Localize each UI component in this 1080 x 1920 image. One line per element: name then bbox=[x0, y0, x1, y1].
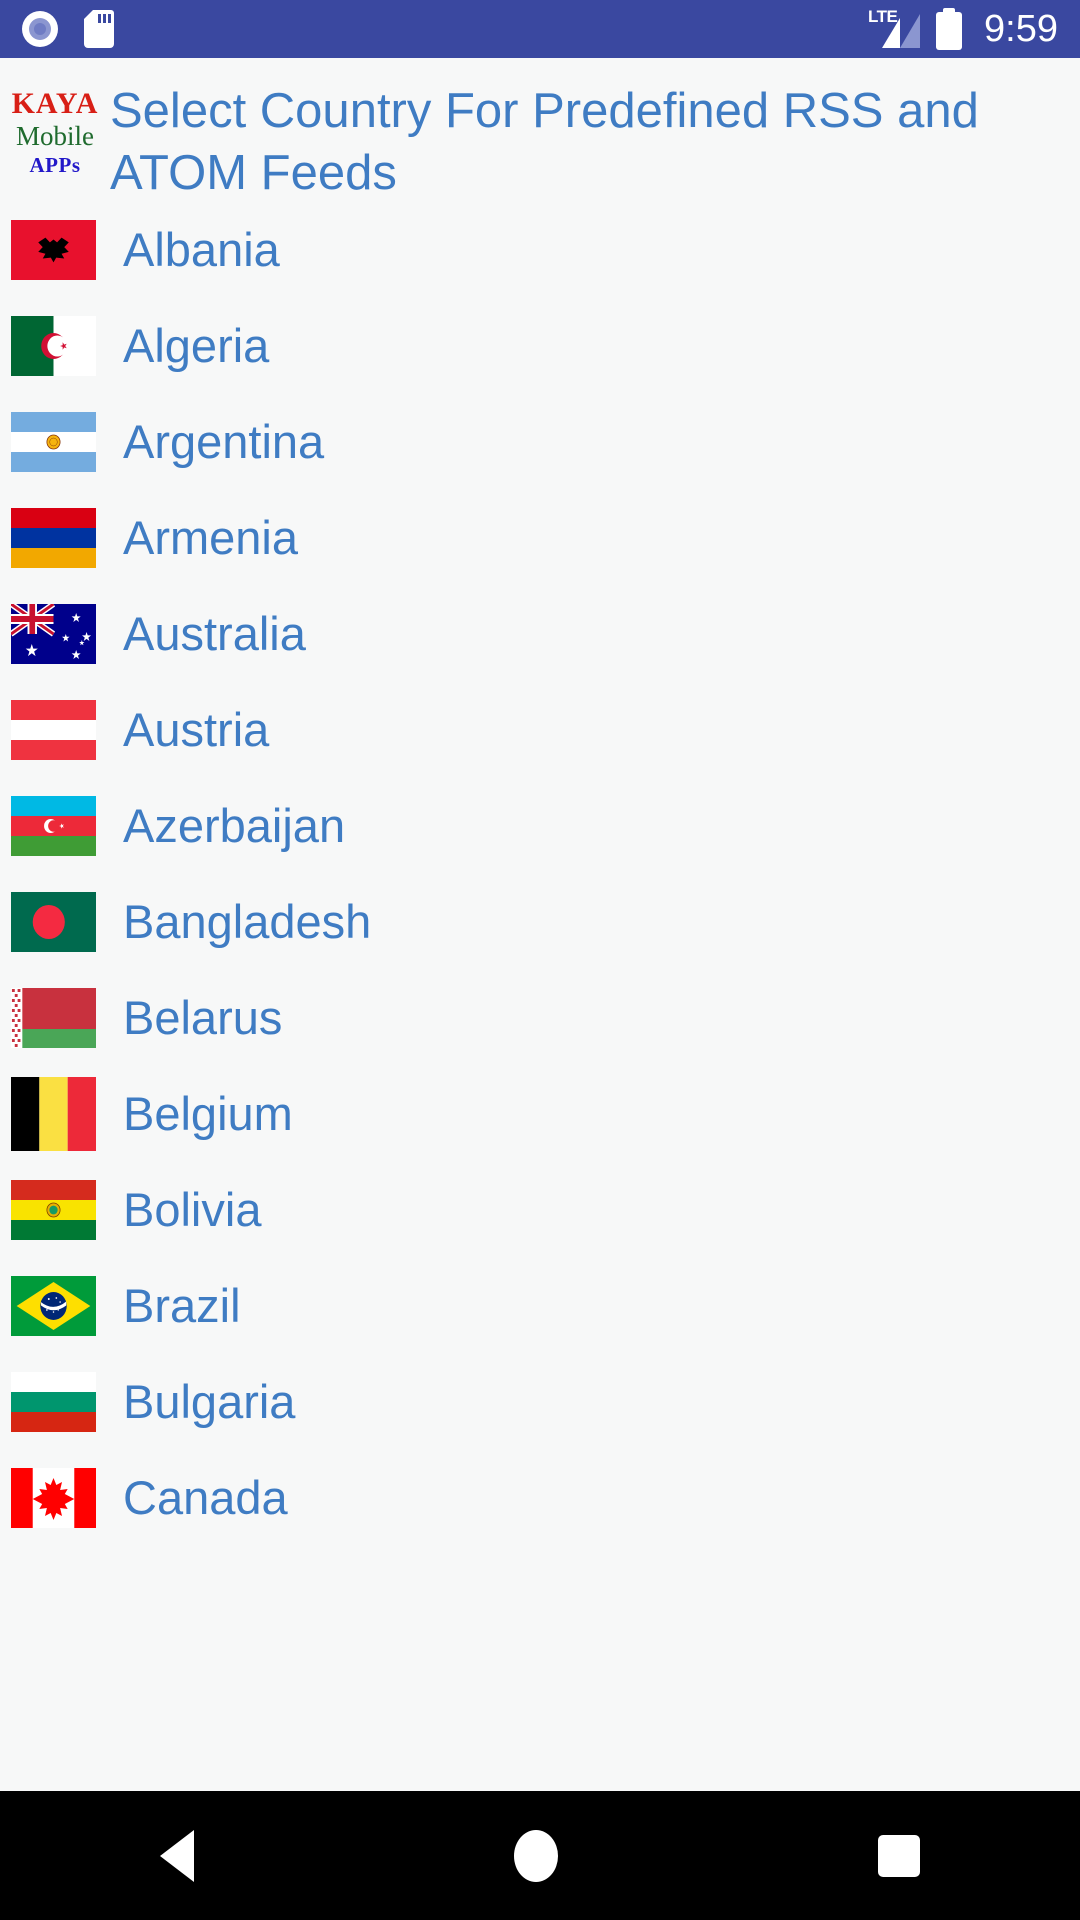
flag-image bbox=[11, 1276, 96, 1336]
country-list-item[interactable]: Bangladesh bbox=[0, 874, 1080, 970]
country-name: Brazil bbox=[123, 1279, 241, 1332]
country-name: Belarus bbox=[123, 991, 283, 1044]
flag-image bbox=[11, 1077, 96, 1151]
kaya-mobile-apps-logo: KAYA Mobile APPs bbox=[0, 76, 110, 178]
flag-austria-icon bbox=[11, 700, 96, 760]
flag-brazil-icon bbox=[11, 1276, 96, 1336]
flag-image bbox=[11, 1468, 96, 1528]
country-name: Albania bbox=[123, 223, 280, 276]
country-list-item[interactable]: Algeria bbox=[0, 298, 1080, 394]
battery-icon bbox=[936, 8, 963, 50]
country-name: Bolivia bbox=[123, 1183, 262, 1236]
flag-image bbox=[11, 988, 96, 1048]
flag-australia-icon bbox=[11, 604, 96, 664]
android-navigation-bar bbox=[0, 1791, 1080, 1920]
flag-bolivia-icon bbox=[11, 1180, 96, 1240]
flag-image bbox=[11, 412, 96, 472]
country-list-item[interactable]: Albania bbox=[0, 202, 1080, 298]
country-list-item[interactable]: Belarus bbox=[0, 970, 1080, 1066]
flag-image bbox=[11, 604, 96, 664]
flag-albania-icon bbox=[11, 220, 96, 280]
flag-bulgaria-icon bbox=[11, 1372, 96, 1432]
country-list-item[interactable]: Australia bbox=[0, 586, 1080, 682]
flag-belgium-icon bbox=[11, 1077, 96, 1151]
country-name: Canada bbox=[123, 1471, 288, 1524]
back-button-icon[interactable] bbox=[160, 1829, 194, 1882]
country-list-item[interactable]: Brazil bbox=[0, 1258, 1080, 1354]
flag-azerbaijan-icon bbox=[11, 796, 96, 856]
home-button-icon[interactable] bbox=[514, 1829, 558, 1882]
flag-image bbox=[11, 1180, 96, 1240]
status-bar: LTE 9:59 bbox=[0, 0, 1080, 58]
country-name: Armenia bbox=[123, 511, 299, 564]
recording-circle-icon bbox=[22, 11, 58, 47]
flag-image bbox=[11, 508, 96, 568]
flag-argentina-icon bbox=[11, 412, 96, 472]
page-title: Select Country For Predefined RSS and AT… bbox=[110, 84, 979, 200]
flag-image bbox=[11, 700, 96, 760]
country-list-item[interactable]: Bolivia bbox=[0, 1162, 1080, 1258]
country-list: Albania Algeria Argentina Armenia Australia A… bbox=[0, 202, 1080, 1546]
country-list-item[interactable]: Canada bbox=[0, 1450, 1080, 1546]
country-name: Bangladesh bbox=[123, 895, 372, 948]
flag-armenia-icon bbox=[11, 508, 96, 568]
flag-image bbox=[11, 1372, 96, 1432]
flag-image bbox=[11, 220, 96, 280]
flag-bangladesh-icon bbox=[11, 892, 96, 952]
country-list-item[interactable]: Austria bbox=[0, 682, 1080, 778]
logo-line-apps: APPs bbox=[29, 153, 81, 177]
country-list-screen: KAYA Mobile APPs Select Country For Pred… bbox=[0, 58, 1080, 1791]
country-list-item[interactable]: Bulgaria bbox=[0, 1354, 1080, 1450]
app-root: LTE 9:59 KAYA Mobile APPs Select Country… bbox=[0, 0, 1080, 1920]
country-name: Austria bbox=[123, 703, 270, 756]
flag-belarus-icon bbox=[11, 988, 96, 1048]
country-name: Algeria bbox=[123, 319, 270, 372]
country-name: Azerbaijan bbox=[123, 799, 346, 852]
flag-image bbox=[11, 796, 96, 856]
country-list-item[interactable]: Argentina bbox=[0, 394, 1080, 490]
flag-algeria-icon bbox=[11, 316, 96, 376]
country-name: Bulgaria bbox=[123, 1375, 296, 1428]
flag-image bbox=[11, 316, 96, 376]
country-list-item[interactable]: Armenia bbox=[0, 490, 1080, 586]
country-list-item[interactable]: Belgium bbox=[0, 1066, 1080, 1162]
country-name: Belgium bbox=[123, 1087, 293, 1140]
country-name: Australia bbox=[123, 607, 306, 660]
sd-card-icon bbox=[84, 10, 114, 48]
status-bar-right-icons: LTE 9:59 bbox=[868, 8, 1058, 51]
country-name: Argentina bbox=[123, 415, 325, 468]
screen-header: KAYA Mobile APPs Select Country For Pred… bbox=[0, 58, 1080, 202]
lte-signal-icon: LTE bbox=[868, 8, 921, 50]
logo-line-mobile: Mobile bbox=[16, 121, 94, 151]
status-bar-left-icons bbox=[22, 10, 114, 48]
recents-button-icon[interactable] bbox=[878, 1834, 920, 1877]
logo-line-kaya: KAYA bbox=[11, 87, 99, 120]
flag-canada-icon bbox=[11, 1468, 96, 1528]
flag-image bbox=[11, 892, 96, 952]
clock-time: 9:59 bbox=[984, 7, 1058, 50]
country-list-item[interactable]: Azerbaijan bbox=[0, 778, 1080, 874]
